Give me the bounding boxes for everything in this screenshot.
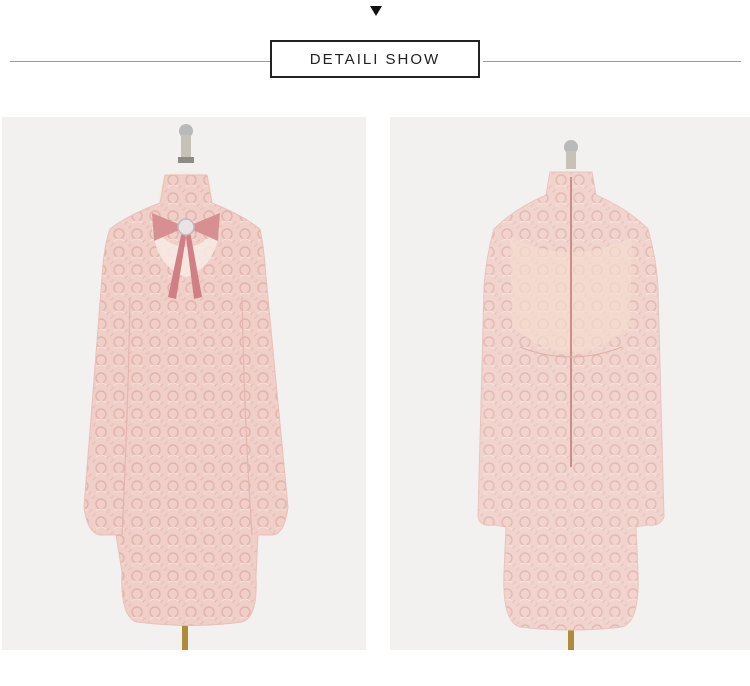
dress-front-photo [2,117,366,650]
triangle-down-icon [370,6,382,16]
header-rule-right [483,61,741,62]
section-title-box: DETAILI SHOW [270,40,480,78]
mannequin-finial [564,140,578,169]
section-title: DETAILI SHOW [309,50,441,68]
header-rule-left [10,61,270,62]
dress-body [83,174,289,626]
dress-back-photo [390,117,750,650]
mannequin-finial [178,124,194,163]
